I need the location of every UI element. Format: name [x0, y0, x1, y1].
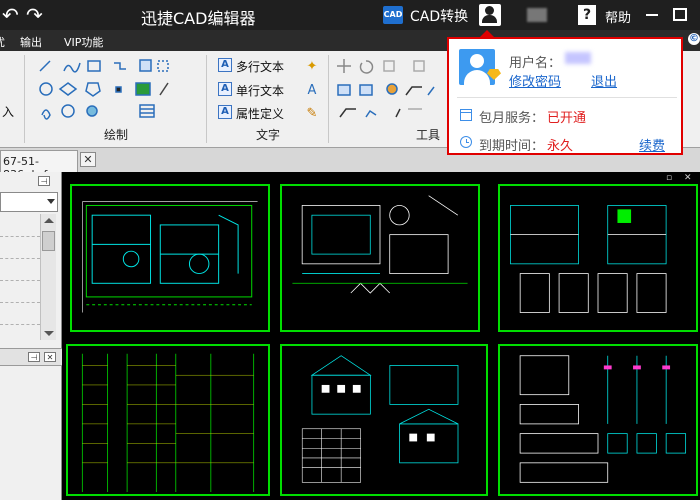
property-row — [0, 302, 40, 303]
user-body-shape — [482, 15, 497, 23]
single-text-button[interactable]: 单行文本 — [236, 82, 284, 99]
info-edge-icon[interactable]: © — [688, 33, 700, 45]
menu-item-vip[interactable]: VIP功能 — [64, 34, 103, 50]
attribute-definition-icon[interactable]: A — [218, 105, 232, 119]
scroll-down-arrow-icon[interactable] — [44, 331, 54, 336]
ribbon-separator — [328, 55, 329, 143]
undo-arrow-icon[interactable]: ↶ — [2, 4, 19, 26]
details-drawing — [519, 355, 687, 483]
draw-group-label: 绘制 — [104, 128, 129, 142]
clock-icon — [460, 136, 472, 148]
text-style-icon[interactable]: ✦ — [304, 58, 320, 74]
expire-label: 到期时间： — [479, 139, 545, 154]
mtext-button[interactable]: 多行文本 — [236, 58, 284, 75]
file-tab[interactable]: 67-51-836.dwf — [0, 150, 78, 181]
structural-drawing — [81, 353, 255, 493]
drawing-sheet[interactable] — [66, 344, 270, 496]
username-label: 用户名： — [509, 56, 562, 71]
close-tab-button[interactable]: ✕ — [80, 152, 96, 167]
blurred-username — [527, 8, 547, 22]
menu-item-partial[interactable]: 忧 — [0, 34, 5, 50]
help-button[interactable]: 帮助 — [605, 7, 631, 26]
expire-value: 永久 — [547, 139, 574, 154]
properties-dropdown[interactable] — [0, 192, 58, 212]
avatar — [459, 49, 495, 85]
menu-item-output[interactable]: 输出 — [20, 34, 42, 50]
text-group-label: 文字 — [256, 128, 281, 142]
restore-icon[interactable]: ▫ — [666, 173, 672, 183]
logout-link[interactable]: 退出 — [591, 71, 617, 90]
property-row — [0, 280, 40, 281]
attribute-definition-button[interactable]: 属性定义 — [236, 105, 284, 122]
ribbon-left-stub-label: 入 — [2, 105, 15, 119]
pin-icon[interactable]: ⊣ — [38, 176, 50, 186]
elevation-drawing — [510, 205, 667, 313]
monthly-service-label: 包月服务： — [479, 111, 545, 126]
user-head-shape — [485, 6, 494, 15]
close-panel-icon[interactable]: ✕ — [44, 352, 56, 362]
maximize-button[interactable] — [673, 8, 687, 21]
redo-arrow-icon[interactable]: ↷ — [26, 4, 43, 26]
text-find-icon[interactable]: A — [304, 82, 320, 98]
chevron-down-icon — [47, 199, 55, 204]
mtext-icon[interactable]: A — [218, 58, 232, 72]
properties-panel: ⊣ ⊣ ✕ — [0, 172, 62, 500]
ribbon-separator — [24, 55, 25, 143]
renew-link[interactable]: 续费 — [639, 135, 665, 154]
title-bar: ↶ ↷ 迅捷CAD编辑器 CAD CAD转换 ? 帮助 — [0, 0, 700, 30]
single-text-icon[interactable]: A — [218, 82, 232, 96]
floor-plan-drawing — [82, 201, 258, 313]
user-account-icon[interactable] — [479, 4, 501, 26]
calendar-icon — [460, 109, 472, 121]
popup-pointer — [479, 30, 495, 38]
tools-group-label: 工具 — [416, 128, 441, 142]
property-row — [0, 324, 40, 325]
drawing-sheet[interactable] — [280, 184, 480, 332]
drawing-canvas[interactable]: ▫ ✕ — [62, 172, 700, 500]
pin-icon[interactable]: ⊣ — [28, 352, 40, 362]
ribbon-separator — [206, 55, 207, 143]
monthly-service-status: 已开通 — [547, 111, 587, 126]
tool-icons[interactable] — [336, 57, 446, 123]
drawing-sheet[interactable] — [70, 184, 270, 332]
scroll-up-arrow-icon[interactable] — [44, 218, 54, 223]
text-edit-icon[interactable]: ✎ — [304, 105, 320, 121]
blurred-username-value — [565, 52, 591, 64]
drawing-sheet[interactable] — [498, 344, 698, 496]
drawing-sheet[interactable] — [498, 184, 698, 332]
building-elevation-drawing — [301, 355, 459, 483]
canvas-close-icon[interactable]: ✕ — [684, 173, 692, 183]
property-row — [0, 258, 40, 259]
cad-convert-button[interactable]: CAD转换 — [410, 6, 468, 26]
minimize-button[interactable] — [646, 14, 658, 16]
help-icon[interactable]: ? — [578, 5, 596, 25]
properties-scrollbar[interactable] — [40, 214, 56, 340]
popup-divider — [457, 97, 677, 98]
scroll-thumb[interactable] — [42, 231, 55, 251]
change-password-link[interactable]: 修改密码 — [509, 71, 561, 90]
avatar-body-shape — [464, 70, 490, 85]
property-row — [0, 236, 40, 237]
avatar-head-shape — [470, 54, 484, 68]
site-plan-drawing — [292, 195, 468, 294]
app-title: 迅捷CAD编辑器 — [141, 9, 256, 28]
cad-logo-icon[interactable]: CAD — [383, 6, 403, 24]
draw-tools-icons[interactable] — [36, 57, 170, 123]
drawing-sheet[interactable] — [280, 344, 488, 496]
second-panel-header: ⊣ ✕ — [0, 348, 62, 366]
account-popup: 用户名： 修改密码 退出 包月服务： 已开通 到期时间： 永久 续费 — [447, 30, 683, 155]
